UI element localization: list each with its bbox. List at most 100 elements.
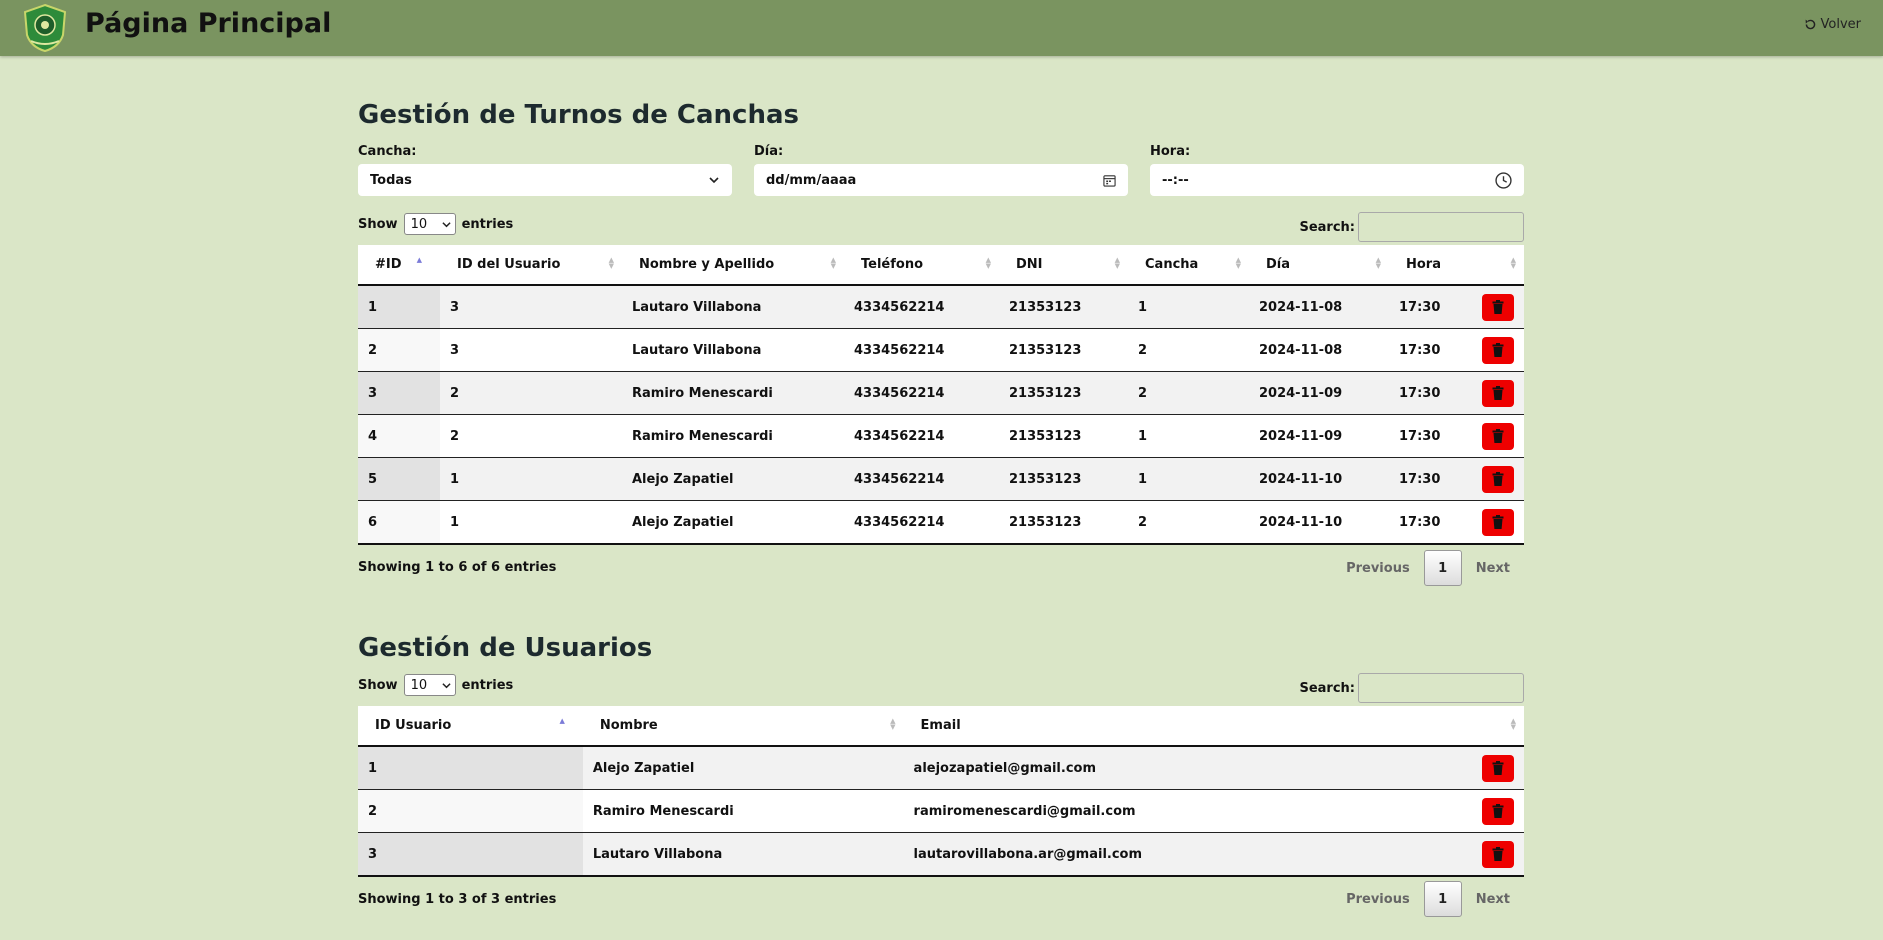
column-header-actions[interactable]: ▲ ▼ [1471,245,1524,286]
search-label: Search: [1299,680,1355,696]
chevron-down-icon [441,682,451,688]
table-row: 5 1 Alejo Zapatiel 4334562214 21353123 1 2024-… [358,457,1524,501]
column-header-label: Hora [1406,257,1441,272]
column-header[interactable]: Día ▲ ▼ [1249,245,1389,286]
table-cell: 2024-11-09 [1249,414,1389,458]
shield-logo-icon[interactable] [22,3,68,53]
column-header[interactable]: Nombre y Apellido ▲ ▼ [622,245,844,286]
usuarios-length-value: 10 [410,677,428,693]
cancha-select-value: Todas [370,172,412,188]
delete-button[interactable] [1482,840,1514,868]
table-cell: 21353123 [999,500,1128,545]
clock-icon[interactable] [1495,171,1512,189]
table-row: 1 Alejo Zapatiel alejozapatiel@gmail.com [358,746,1524,790]
delete-button[interactable] [1482,379,1514,407]
app-title[interactable]: Página Principal [85,8,331,39]
back-button[interactable]: Volver [1804,17,1861,32]
trash-icon [1492,761,1504,775]
sort-arrows-icon: ▲ ▼ [1510,256,1516,270]
table-cell: 1 [440,457,622,501]
delete-button[interactable] [1482,422,1514,450]
table-cell: Lautaro Villabona [622,328,844,372]
table-cell: Lautaro Villabona [582,832,904,877]
table-cell: 4334562214 [844,328,999,372]
table-cell: Ramiro Menescardi [622,371,844,415]
turnos-search-input[interactable] [1358,212,1524,242]
sort-arrows-icon: ▲ ▼ [830,256,836,270]
turnos-header-row: #ID ▲ ID del Usuario ▲ ▼ Nombre y Apellido ▲ ▼ T… [358,245,1524,286]
delete-button[interactable] [1482,465,1514,493]
delete-button[interactable] [1482,754,1514,782]
table-cell: lautarovillabona.ar@gmail.com [903,832,1472,877]
sort-arrows-icon: ▲ ▼ [890,717,896,731]
next-button[interactable]: Next [1462,561,1524,576]
turnos-table-info: Showing 1 to 6 of 6 entries [358,560,557,575]
trash-icon [1492,300,1504,314]
column-header[interactable]: ID del Usuario ▲ ▼ [440,245,622,286]
usuarios-search-input[interactable] [1358,673,1524,703]
turnos-section-title: Gestión de Turnos de Canchas [358,100,799,130]
search-label: Search: [1299,219,1355,235]
turnos-table: #ID ▲ ID del Usuario ▲ ▼ Nombre y Apellido ▲ ▼ T… [358,245,1524,545]
column-header-label: Cancha [1145,257,1199,272]
dia-date-placeholder: dd/mm/aaaa [766,172,857,188]
undo-arrow-icon [1805,19,1815,30]
table-cell: 4334562214 [844,285,999,329]
previous-button[interactable]: Previous [1332,892,1424,907]
usuarios-pagination: Previous 1 Next [1332,881,1524,917]
entries-label: entries [461,216,514,232]
table-cell: 1 [1128,414,1249,458]
hora-filter-label: Hora: [1150,144,1191,159]
table-cell: Alejo Zapatiel [622,457,844,501]
table-cell: 21353123 [999,371,1128,415]
actions-cell [1471,371,1524,415]
column-header[interactable]: ID Usuario ▲ [358,706,583,747]
table-cell: alejozapatiel@gmail.com [903,746,1472,790]
usuarios-table-info: Showing 1 to 3 of 3 entries [358,892,557,907]
table-cell: 2 [440,414,622,458]
usuarios-length-select[interactable]: 10 [403,674,456,696]
hora-time-placeholder: --:-- [1162,172,1189,188]
trash-icon [1492,472,1504,486]
page-button-current[interactable]: 1 [1423,550,1462,586]
actions-cell [1472,746,1524,790]
delete-button[interactable] [1482,508,1514,536]
turnos-length-select[interactable]: 10 [403,213,456,235]
column-header[interactable]: Teléfono ▲ ▼ [844,245,999,286]
table-row: 2 Ramiro Menescardi ramiromenescardi@gmail… [358,789,1524,833]
column-header[interactable]: Email ▲ ▼ [903,706,1524,747]
table-cell: 17:30 [1389,414,1471,458]
sort-arrows-icon: ▲ ▼ [1235,256,1241,270]
table-cell: 4 [358,414,440,458]
sort-arrows-icon: ▲ ▼ [985,256,991,270]
delete-button[interactable] [1482,797,1514,825]
trash-icon [1492,515,1504,529]
dia-date-input[interactable]: dd/mm/aaaa [754,164,1128,196]
sort-arrows-icon: ▲ [559,717,565,725]
actions-cell [1471,328,1524,372]
column-header[interactable]: Nombre ▲ ▼ [582,706,904,747]
column-header[interactable]: DNI ▲ ▼ [999,245,1128,286]
column-header[interactable]: #ID ▲ [358,245,440,286]
column-header[interactable]: Hora [1389,245,1471,286]
usuarios-header-row: ID Usuario ▲ Nombre ▲ ▼ Email ▲ ▼ [358,706,1524,747]
delete-button[interactable] [1482,293,1514,321]
actions-cell [1472,832,1524,877]
hora-time-input[interactable]: --:-- [1150,164,1524,196]
calendar-icon[interactable] [1103,174,1116,187]
column-header[interactable]: Cancha ▲ ▼ [1128,245,1249,286]
table-cell: Alejo Zapatiel [622,500,844,545]
page-button-current[interactable]: 1 [1423,881,1462,917]
table-cell: Alejo Zapatiel [582,746,904,790]
cancha-select[interactable]: Todas [358,164,732,196]
entries-label: entries [461,677,514,693]
turnos-pagination: Previous 1 Next [1332,550,1524,586]
usuarios-table: ID Usuario ▲ Nombre ▲ ▼ Email ▲ ▼ 1 Alejo Zapati… [358,706,1524,877]
next-button[interactable]: Next [1462,892,1524,907]
table-cell: 21353123 [999,285,1128,329]
previous-button[interactable]: Previous [1332,561,1424,576]
table-cell: 2024-11-09 [1249,371,1389,415]
table-cell: 6 [358,500,440,545]
table-cell: 17:30 [1389,285,1471,329]
delete-button[interactable] [1482,336,1514,364]
